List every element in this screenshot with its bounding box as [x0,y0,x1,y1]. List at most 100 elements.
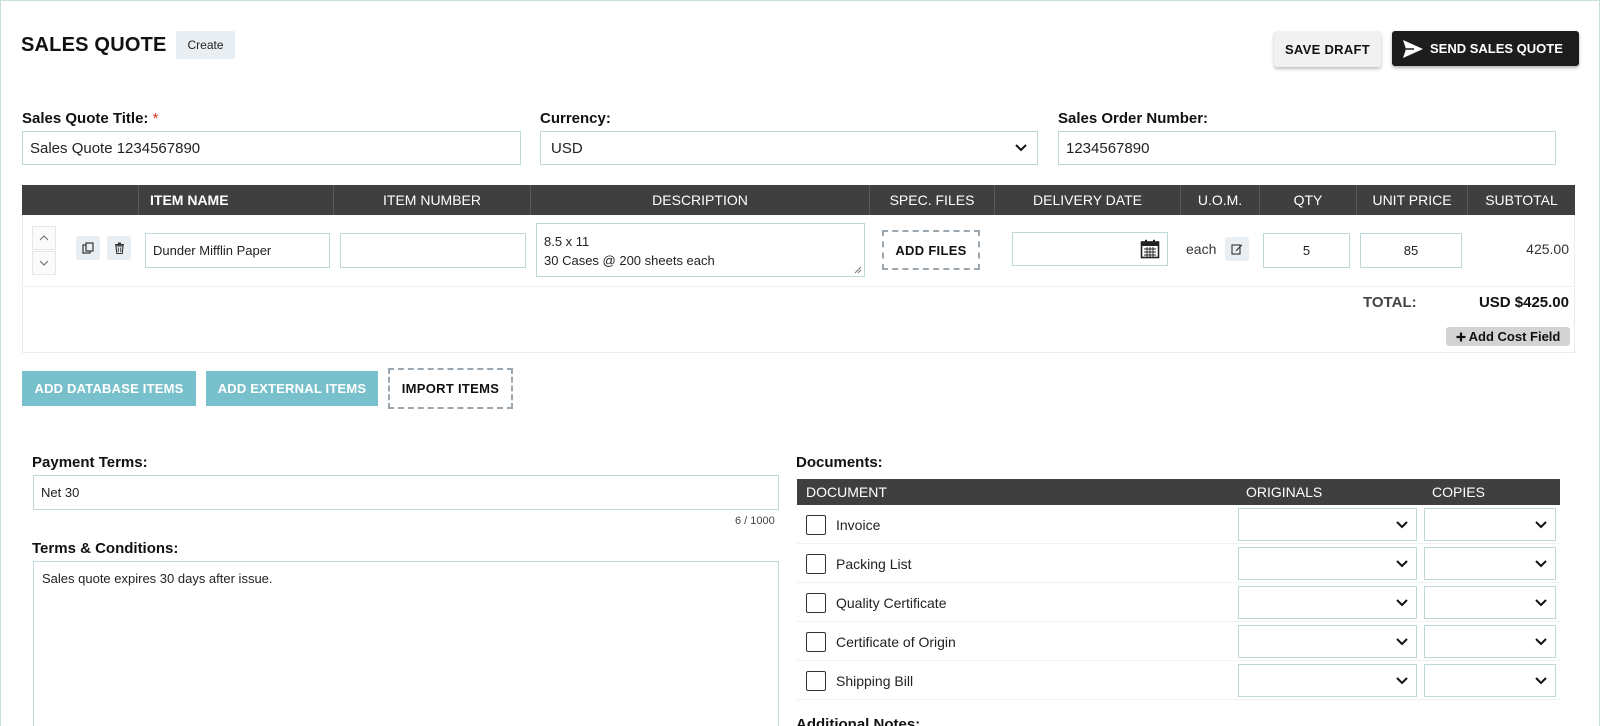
add-database-items-button[interactable]: ADD DATABASE ITEMS [22,371,196,406]
document-row: Quality Certificate [797,583,1560,622]
col-uom: U.O.M. [1180,185,1259,215]
item-number-input[interactable] [340,233,526,268]
send-label: SEND SALES QUOTE [1430,41,1563,56]
total-value: USD $425.00 [1478,294,1569,311]
edit-icon [1231,244,1243,255]
move-down-button[interactable] [32,251,56,275]
row-divider [22,286,1575,287]
chevron-down-icon [1535,637,1547,645]
sales-quote-title-label: Sales Quote Title: * [22,110,158,127]
add-cost-field-label: Add Cost Field [1468,329,1561,344]
copies-select[interactable] [1424,664,1556,697]
payment-terms-label: Payment Terms: [32,454,148,471]
chevron-down-icon [1535,520,1547,528]
mode-badge: Create [176,31,235,59]
document-row: Certificate of Origin [797,622,1560,661]
subtotal-value: 425.00 [1526,241,1569,257]
required-mark: * [152,110,159,127]
col-item-name: ITEM NAME [138,185,333,215]
delete-item-button[interactable] [107,236,131,260]
send-sales-quote-button[interactable]: SEND SALES QUOTE [1392,31,1579,66]
currency-value: USD [551,139,583,157]
copies-select[interactable] [1424,625,1556,658]
chevron-down-icon [1535,598,1547,606]
resize-handle-icon[interactable] [854,266,862,274]
chevron-down-icon [1396,520,1408,528]
col-subtotal: SUBTOTAL [1467,185,1575,215]
delivery-date-input[interactable] [1012,232,1168,266]
document-row: Invoice [797,505,1560,544]
col-spec-files: SPEC. FILES [869,185,994,215]
character-counter: 6 / 1000 [735,515,775,527]
col-delivery-date: DELIVERY DATE [994,185,1180,215]
currency-select[interactable]: USD [540,131,1038,165]
sales-order-number-label: Sales Order Number: [1058,110,1209,127]
chevron-up-icon [39,235,49,241]
qty-input[interactable]: 5 [1263,233,1350,268]
move-up-button[interactable] [32,226,56,250]
trash-icon [114,242,124,254]
document-row: Packing List [797,544,1560,583]
currency-label: Currency: [540,110,611,127]
col-document: DOCUMENT [806,484,887,500]
duplicate-item-button[interactable] [76,236,100,260]
uom-value: each [1186,241,1217,257]
col-qty: QTY [1259,185,1356,215]
sales-order-number-input[interactable] [1058,131,1556,165]
originals-select[interactable] [1238,586,1417,619]
col-originals: ORIGINALS [1246,484,1323,500]
terms-conditions-label: Terms & Conditions: [32,540,179,557]
originals-select[interactable] [1238,625,1417,658]
originals-select[interactable] [1238,508,1417,541]
originals-select[interactable] [1238,547,1417,580]
additional-notes-label: Additional Notes: [796,716,921,726]
add-files-button[interactable]: ADD FILES [882,230,980,270]
chevron-down-icon [1396,676,1408,684]
chevron-down-icon [1535,559,1547,567]
add-cost-field-button[interactable]: Add Cost Field [1446,327,1570,346]
sales-quote-title-input[interactable] [22,131,521,165]
item-name-input[interactable]: Dunder Mifflin Paper [145,233,330,268]
copies-select[interactable] [1424,508,1556,541]
sales-quote-title-label-text: Sales Quote Title: [22,110,149,127]
certificate-of-origin-checkbox[interactable] [806,632,826,652]
shipping-bill-checkbox[interactable] [806,671,826,691]
save-draft-button[interactable]: SAVE DRAFT [1274,31,1381,67]
originals-select[interactable] [1238,664,1417,697]
document-row: Shipping Bill [797,661,1560,700]
chevron-down-icon [1015,144,1027,152]
description-line-2: 30 Cases @ 200 sheets each [544,253,715,268]
chevron-down-icon [1396,637,1408,645]
description-textarea[interactable]: 8.5 x 11 30 Cases @ 200 sheets each [536,223,865,277]
import-items-button[interactable]: IMPORT ITEMS [388,368,513,409]
edit-uom-button[interactable] [1225,237,1249,261]
calendar-icon[interactable] [1140,239,1160,259]
chevron-down-icon [1396,598,1408,606]
col-unit-price: UNIT PRICE [1356,185,1467,215]
plus-icon [1456,332,1466,341]
col-item-number: ITEM NUMBER [333,185,530,215]
quality-certificate-checkbox[interactable] [806,593,826,613]
document-name: Certificate of Origin [836,634,956,650]
chevron-down-icon [1396,559,1408,567]
documents-table-header: DOCUMENT ORIGINALS COPIES [797,479,1560,505]
documents-label: Documents: [796,454,883,471]
terms-conditions-textarea[interactable]: Sales quote expires 30 days after issue. [33,561,779,726]
add-external-items-button[interactable]: ADD EXTERNAL ITEMS [206,371,378,406]
chevron-down-icon [39,260,49,266]
document-name: Packing List [836,556,912,572]
document-name: Shipping Bill [836,673,914,689]
chevron-down-icon [1535,676,1547,684]
items-table-header: ITEM NAME ITEM NUMBER DESCRIPTION SPEC. … [22,185,1575,215]
copies-select[interactable] [1424,547,1556,580]
send-icon [1403,39,1423,58]
packing-list-checkbox[interactable] [806,554,826,574]
invoice-checkbox[interactable] [806,515,826,535]
col-description: DESCRIPTION [530,185,869,215]
copies-select[interactable] [1424,586,1556,619]
total-label: TOTAL: [1363,294,1417,311]
payment-terms-input[interactable] [33,475,779,510]
description-line-1: 8.5 x 11 [544,234,590,249]
unit-price-input[interactable]: 85 [1360,233,1462,268]
col-copies: COPIES [1432,484,1485,500]
